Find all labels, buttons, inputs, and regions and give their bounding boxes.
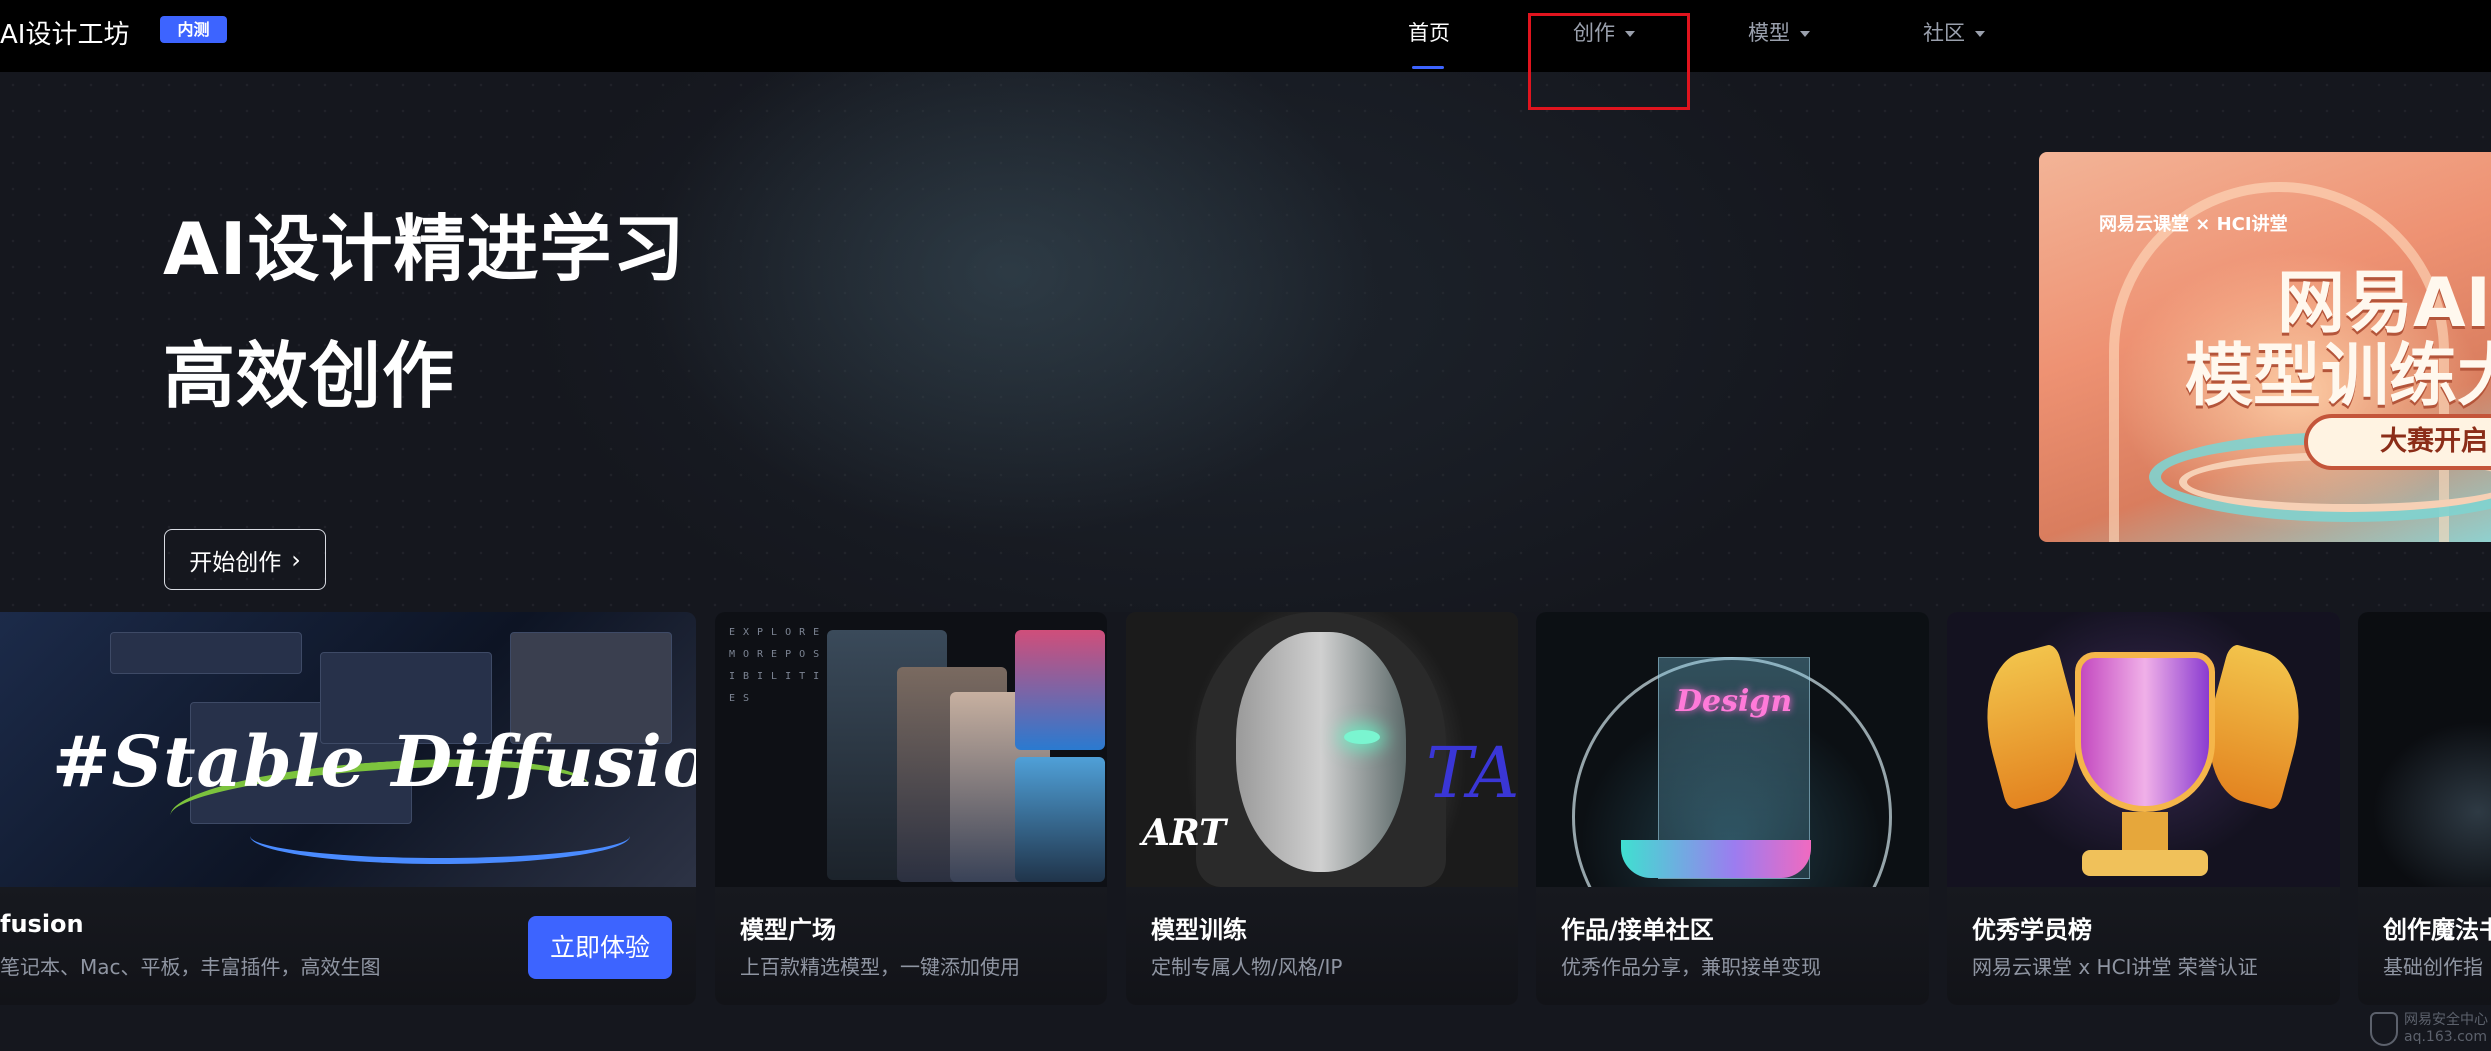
nav-model[interactable]: 模型 bbox=[1748, 17, 1810, 47]
top-navbar: AI设计工坊 内测 首页 创作 模型 社区 bbox=[0, 0, 2491, 72]
card-info: 模型广场 上百款精选模型，一键添加使用 bbox=[715, 887, 1107, 1005]
card-info: fusion 笔记本、Mac、平板，丰富插件，高效生图 立即体验 bbox=[0, 887, 696, 1005]
card-magic-book[interactable]: 创作魔法书 基础创作指 bbox=[2358, 612, 2491, 1005]
chevron-down-icon bbox=[1625, 31, 1635, 37]
banner-logo-text: 网易云课堂 × HCI讲堂 bbox=[2099, 214, 2288, 235]
card-community[interactable]: Design 作品/接单社区 优秀作品分享，兼职接单变现 bbox=[1536, 612, 1929, 1005]
card-info: 优秀学员榜 网易云课堂 x HCI讲堂 荣誉认证 bbox=[1947, 887, 2340, 1005]
card-image: ART TA bbox=[1126, 612, 1518, 887]
brand-logo[interactable]: AI设计工坊 bbox=[0, 14, 129, 51]
card-image: #Stable Diffusion bbox=[0, 612, 696, 887]
card-description: 定制专属人物/风格/IP bbox=[1151, 955, 1343, 979]
chevron-down-icon bbox=[1975, 31, 1985, 37]
nav-home[interactable]: 首页 bbox=[1408, 17, 1450, 47]
card-top-students[interactable]: 优秀学员榜 网易云课堂 x HCI讲堂 荣誉认证 bbox=[1947, 612, 2340, 1005]
design-text: Design bbox=[1676, 684, 1793, 719]
nav-create[interactable]: 创作 bbox=[1573, 17, 1635, 47]
card-stable-diffusion[interactable]: #Stable Diffusion fusion 笔记本、Mac、平板，丰富插件… bbox=[0, 612, 696, 1005]
try-now-button[interactable]: 立即体验 bbox=[528, 916, 672, 979]
banner-title-line2: 模型训练大 bbox=[2185, 337, 2491, 416]
card-image: Design bbox=[1536, 612, 1929, 887]
swoosh-decoration bbox=[250, 808, 630, 864]
card-title: 创作魔法书 bbox=[2383, 916, 2491, 944]
card-model-square[interactable]: EXPLORE MOREPOS IBILITI ES 模型广场 上百款精选模型，… bbox=[715, 612, 1107, 1005]
beta-badge: 内测 bbox=[160, 16, 227, 43]
trophy-base bbox=[2082, 850, 2208, 876]
script-decoration: TA bbox=[1426, 732, 1518, 814]
ui-panel-decoration bbox=[110, 632, 302, 674]
card-image bbox=[2358, 612, 2491, 887]
card-title: 作品/接单社区 bbox=[1561, 916, 1714, 944]
model-photo bbox=[1015, 630, 1105, 750]
card-info: 创作魔法书 基础创作指 bbox=[2358, 887, 2491, 1005]
card-image bbox=[1947, 612, 2340, 887]
card-description: 笔记本、Mac、平板，丰富插件，高效生图 bbox=[0, 955, 381, 979]
nav-home-label: 首页 bbox=[1408, 21, 1450, 45]
banner-button[interactable]: 大赛开启 bbox=[2304, 414, 2491, 470]
card-description: 优秀作品分享，兼职接单变现 bbox=[1561, 955, 1821, 979]
chevron-down-icon bbox=[1800, 31, 1810, 37]
model-photo bbox=[1015, 757, 1105, 882]
card-description: 上百款精选模型，一键添加使用 bbox=[740, 955, 1020, 979]
nav-model-label: 模型 bbox=[1748, 21, 1790, 45]
start-create-button[interactable]: 开始创作 › bbox=[164, 529, 326, 590]
hero-section: AI设计精进学习 高效创作 开始创作 › 网易云课堂 × HCI讲堂 网易AI … bbox=[0, 72, 2491, 612]
stable-diffusion-logo: #Stable Diffusion bbox=[52, 720, 696, 803]
trophy-stem bbox=[2122, 812, 2168, 852]
card-description: 基础创作指 bbox=[2383, 955, 2483, 979]
nav-create-label: 创作 bbox=[1573, 21, 1615, 45]
card-title: fusion bbox=[0, 910, 84, 938]
nav-community[interactable]: 社区 bbox=[1923, 17, 1985, 47]
explore-text: EXPLORE MOREPOS IBILITI ES bbox=[729, 627, 828, 704]
card-title: 模型训练 bbox=[1151, 916, 1247, 944]
security-watermark: 网易安全中心 aq.163.com bbox=[2404, 1012, 2488, 1046]
promo-banner[interactable]: 网易云课堂 × HCI讲堂 网易AI 模型训练大 大赛开启 bbox=[2039, 152, 2491, 542]
chevron-right-icon: › bbox=[291, 545, 301, 574]
start-create-label: 开始创作 bbox=[189, 549, 282, 576]
art-text: ART bbox=[1142, 812, 1227, 854]
watermark-line2: aq.163.com bbox=[2404, 1029, 2487, 1045]
watermark-line1: 网易安全中心 bbox=[2404, 1012, 2488, 1028]
trophy-icon bbox=[2075, 652, 2215, 812]
hero-title-line2: 高效创作 bbox=[163, 334, 456, 418]
nav-active-indicator bbox=[1412, 66, 1444, 69]
card-title: 模型广场 bbox=[740, 916, 836, 944]
nav-community-label: 社区 bbox=[1923, 21, 1965, 45]
card-info: 模型训练 定制专属人物/风格/IP bbox=[1126, 887, 1518, 1005]
eye-glow-decoration bbox=[1344, 730, 1380, 744]
card-image: EXPLORE MOREPOS IBILITI ES bbox=[715, 612, 1107, 887]
card-info: 作品/接单社区 优秀作品分享，兼职接单变现 bbox=[1536, 887, 1929, 1005]
card-title: 优秀学员榜 bbox=[1972, 916, 2092, 944]
paper-curl-decoration bbox=[1621, 840, 1811, 878]
hero-title-line1: AI设计精进学习 bbox=[163, 207, 686, 291]
shield-icon bbox=[2370, 1012, 2398, 1046]
card-model-training[interactable]: ART TA 模型训练 定制专属人物/风格/IP bbox=[1126, 612, 1518, 1005]
portrait-face bbox=[1236, 632, 1406, 872]
card-description: 网易云课堂 x HCI讲堂 荣誉认证 bbox=[1972, 955, 2258, 979]
